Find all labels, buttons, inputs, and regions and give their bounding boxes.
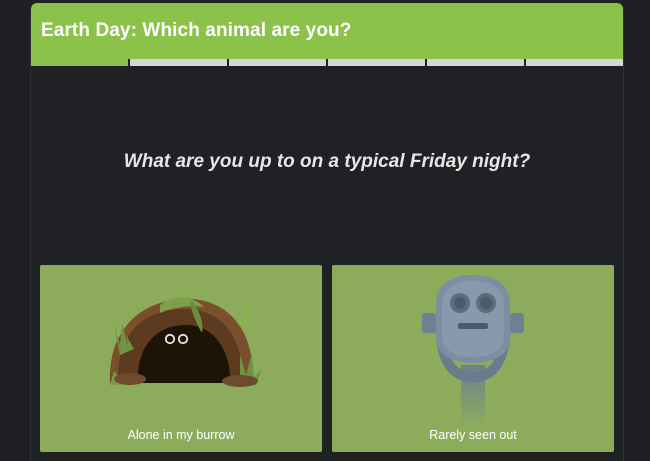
quiz-title: Earth Day: Which animal are you? — [41, 20, 352, 41]
answer-label: Alone in my burrow — [127, 428, 235, 442]
progress-segment — [130, 59, 227, 66]
burrow-icon — [109, 295, 262, 387]
progress-segment — [229, 59, 326, 66]
progress-bar — [31, 59, 623, 67]
answer-label: Rarely seen out — [429, 428, 517, 442]
progress-segment — [31, 59, 128, 66]
binoculars-viewer-icon — [422, 275, 524, 425]
question-text: What are you up to on a typical Friday n… — [123, 151, 531, 172]
quiz-container: Earth Day: Which animal are you? What ar… — [30, 3, 624, 461]
answer-option-burrow[interactable]: Alone in my burrow — [40, 265, 322, 452]
progress-segment — [526, 59, 623, 66]
progress-segment — [427, 59, 524, 66]
answer-option-rarely-seen[interactable]: Rarely seen out — [332, 265, 614, 452]
progress-segment — [328, 59, 425, 66]
quiz-header: Earth Day: Which animal are you? — [31, 3, 623, 59]
